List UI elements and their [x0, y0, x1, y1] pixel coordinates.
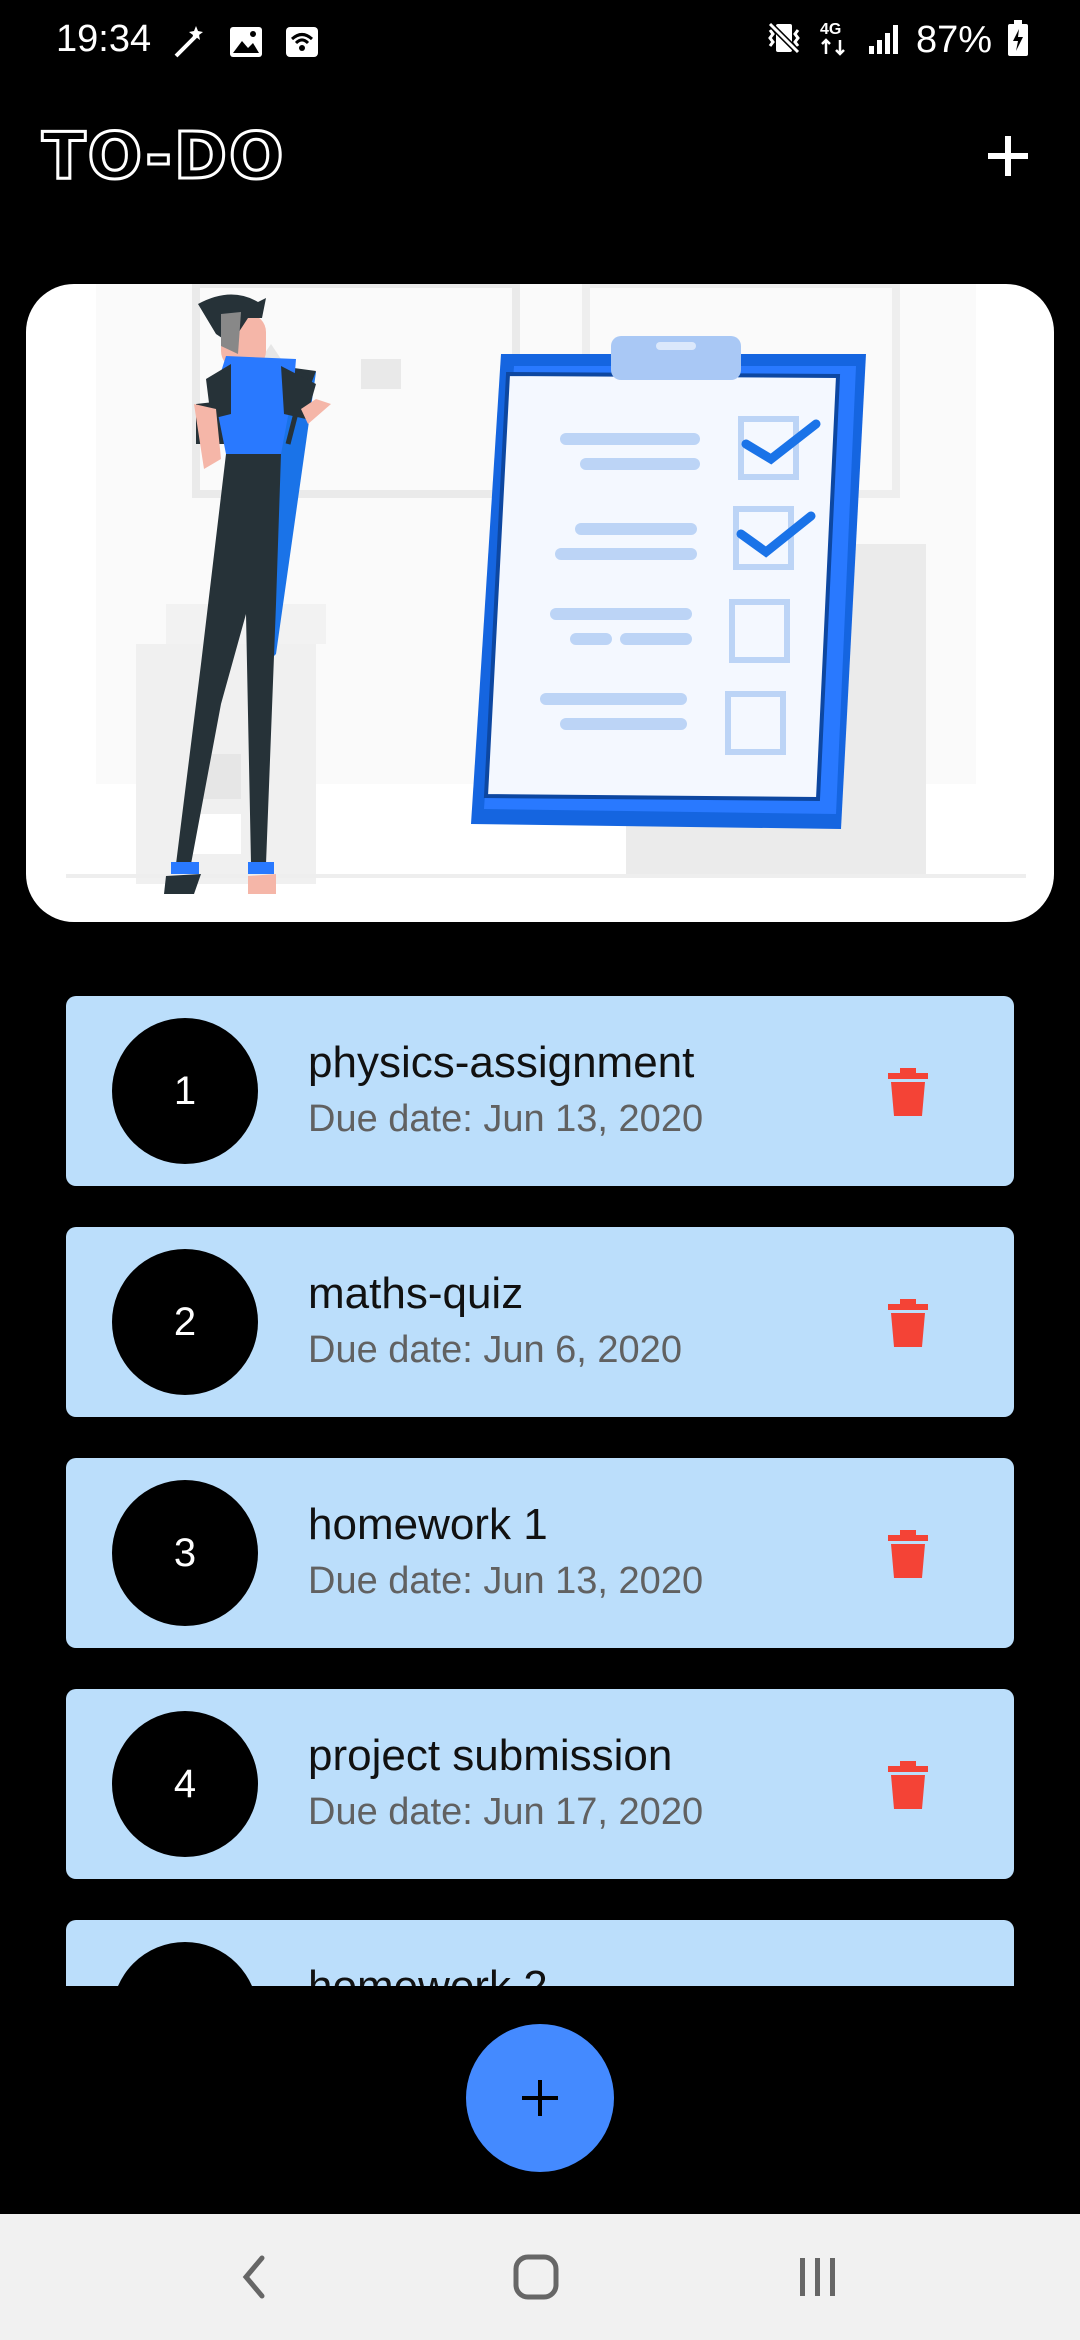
task-due-date: Due date: Jun 17, 2020	[308, 1791, 704, 1833]
add-task-fab[interactable]	[466, 2024, 614, 2172]
add-task-button[interactable]	[980, 128, 1036, 184]
task-title: homework 1	[308, 1500, 548, 1549]
task-title: maths-quiz	[308, 1269, 524, 1318]
task-card[interactable]: 1 physics-assignment Due date: Jun 13, 2…	[66, 996, 1014, 1186]
status-bar: 19:34 4G 87%	[0, 0, 1080, 86]
magic-wand-icon	[168, 22, 208, 67]
recents-button[interactable]	[788, 2252, 848, 2302]
trash-icon	[888, 1530, 928, 1578]
task-card[interactable]: 3 homework 1 Due date: Jun 13, 2020	[66, 1458, 1014, 1648]
task-index-badge: 5	[112, 1942, 258, 1986]
status-time: 19:34	[56, 18, 152, 60]
trash-icon	[888, 1761, 928, 1809]
task-title: homework 2	[308, 1962, 548, 1986]
delete-button[interactable]	[886, 1528, 930, 1580]
task-title: physics-assignment	[308, 1038, 695, 1087]
system-nav-bar	[0, 2214, 1080, 2340]
vibrate-mute-icon	[764, 18, 804, 63]
trash-icon	[888, 1068, 928, 1116]
back-button[interactable]	[226, 2252, 286, 2302]
checklist-illustration	[66, 284, 1026, 894]
signal-icon	[866, 20, 902, 61]
delete-button[interactable]	[886, 1297, 930, 1349]
home-icon	[513, 2254, 559, 2300]
recents-icon	[800, 2258, 835, 2296]
wifi-box-icon	[284, 25, 320, 64]
hero-illustration	[26, 284, 1054, 922]
task-due-date: Due date: Jun 6, 2020	[308, 1329, 682, 1371]
home-button[interactable]	[506, 2252, 566, 2302]
trash-icon	[888, 1299, 928, 1347]
battery-percent: 87%	[915, 19, 992, 61]
task-due-date: Due date: Jun 13, 2020	[308, 1098, 704, 1140]
status-right-icons: 4G 87%	[764, 18, 1030, 63]
status-left-icons	[168, 22, 320, 67]
task-card[interactable]: 4 project submission Due date: Jun 17, 2…	[66, 1689, 1014, 1879]
delete-button[interactable]	[886, 1066, 930, 1118]
battery-charging-icon	[1006, 18, 1030, 63]
task-index-badge: 3	[112, 1480, 258, 1626]
task-index-badge: 1	[112, 1018, 258, 1164]
task-title: project submission	[308, 1731, 673, 1780]
svg-text:4G: 4G	[820, 21, 841, 38]
network-4g-icon: 4G	[818, 18, 852, 63]
task-card[interactable]: 2 maths-quiz Due date: Jun 6, 2020	[66, 1227, 1014, 1417]
plus-icon	[522, 2080, 558, 2116]
app-title: TO-DO	[40, 119, 286, 196]
plus-icon	[988, 136, 1028, 176]
image-icon	[228, 25, 264, 64]
delete-button[interactable]	[886, 1759, 930, 1811]
task-due-date: Due date: Jun 13, 2020	[308, 1560, 704, 1602]
back-icon	[242, 2255, 265, 2299]
task-index-badge: 2	[112, 1249, 258, 1395]
task-index-badge: 4	[112, 1711, 258, 1857]
task-list[interactable]: 1 physics-assignment Due date: Jun 13, 2…	[0, 990, 1080, 1986]
task-card[interactable]: 5 homework 2	[66, 1920, 1014, 1986]
